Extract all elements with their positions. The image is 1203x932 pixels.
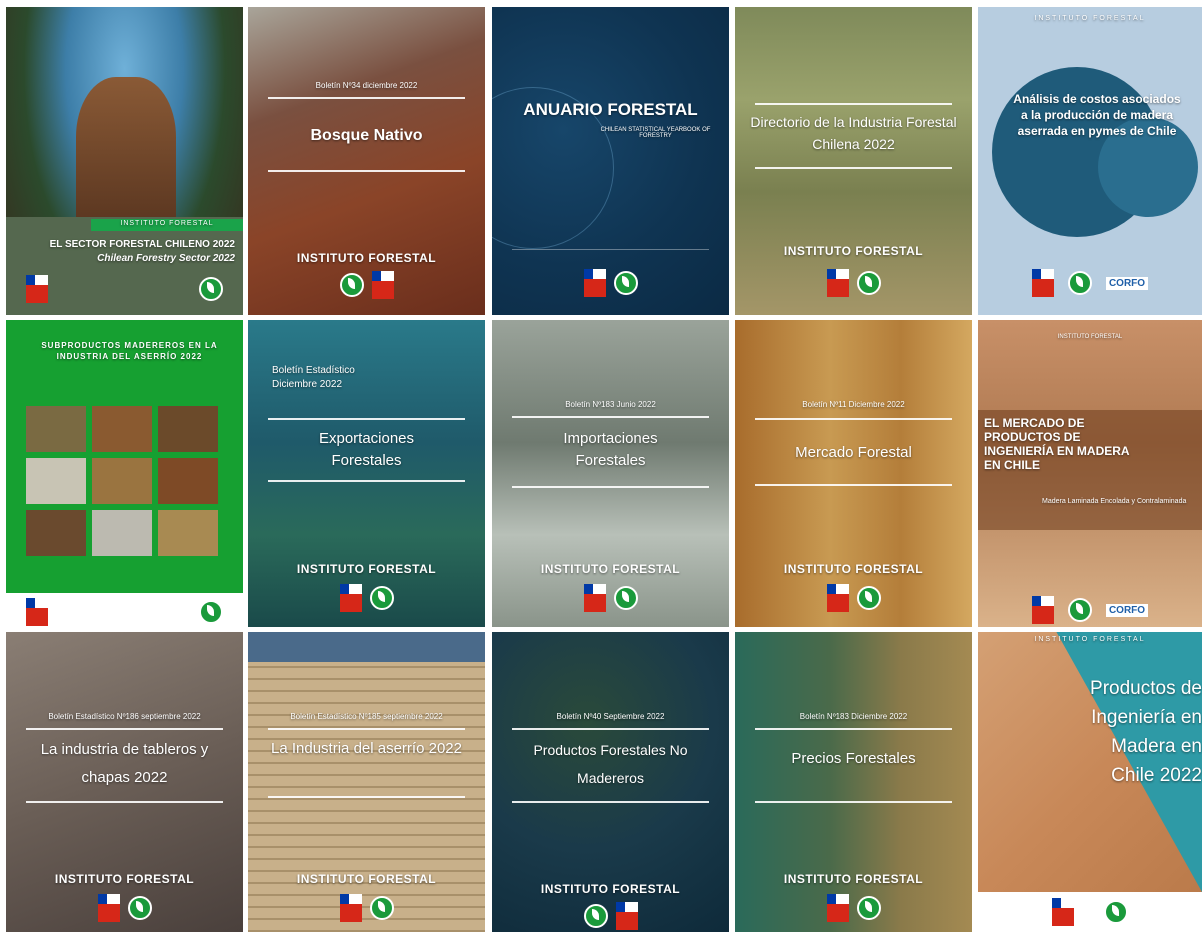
- institute-label: INSTITUTO FORESTAL: [296, 251, 437, 265]
- cover-title: EL MERCADO DE PRODUCTOS DE INGENIERÍA EN…: [984, 416, 1130, 472]
- infor-logo-icon: [339, 273, 364, 297]
- chile-flag-icon: [583, 584, 606, 612]
- cover-subtitle: Chilean Forestry Sector 2022: [97, 253, 235, 264]
- cover-title: Bosque Nativo: [310, 127, 423, 144]
- cover-title: La Industria del aserrío 2022: [271, 740, 462, 757]
- issue-label: Boletín Estadístico Nº186 septiembre 202…: [48, 712, 201, 721]
- chile-flag-icon: [339, 894, 362, 922]
- chile-flag-icon: [371, 271, 394, 299]
- infor-logo-icon: [369, 586, 394, 610]
- chile-flag-icon: [1052, 898, 1074, 926]
- issue-label: Boletín Nº183 Junio 2022: [565, 400, 656, 409]
- cover-subtitle: CHILEAN STATISTICAL YEARBOOK OF FORESTRY: [600, 127, 711, 139]
- institute-label: INSTITUTO FORESTAL: [296, 562, 437, 576]
- cover-title: Directorio de la Industria Forestal Chil…: [750, 114, 957, 152]
- cover-productos-ingenieria[interactable]: INSTITUTO FORESTAL Productos de Ingenier…: [978, 632, 1202, 932]
- band-label: INSTITUTO FORESTAL: [1034, 15, 1146, 22]
- corfo-logo: CORFO: [1105, 276, 1149, 290]
- cover-tableros[interactable]: Boletín Estadístico Nº186 septiembre 202…: [6, 632, 243, 932]
- cover-title: ANUARIO FORESTAL: [523, 100, 698, 119]
- cover-mercado-ingenieria[interactable]: INSTITUTO FORESTAL EL MERCADO DE PRODUCT…: [978, 320, 1202, 627]
- cover-title: La industria de tableros y chapas 2022: [40, 741, 209, 786]
- chile-flag-icon: [1031, 269, 1054, 297]
- cover-subproductos[interactable]: SUBPRODUCTOS MADEREROS EN LA INDUSTRIA D…: [6, 320, 243, 627]
- infor-logo-icon: [613, 586, 638, 610]
- institute-label: INSTITUTO FORESTAL: [783, 244, 924, 258]
- cover-title: Importaciones Forestales: [563, 430, 658, 469]
- cover-mercado-forestal[interactable]: Boletín Nº11 Diciembre 2022 Mercado Fore…: [735, 320, 972, 627]
- chile-flag-icon: [826, 894, 849, 922]
- issue-label: Boletín Estadístico Nº185 septiembre 202…: [290, 712, 443, 721]
- cover-bosque-nativo[interactable]: Boletín Nº34 diciembre 2022 Bosque Nativ…: [248, 7, 485, 315]
- infor-logo-icon: [199, 600, 223, 624]
- band-label: INSTITUTO FORESTAL: [1057, 334, 1123, 340]
- band-label: INSTITUTO FORESTAL: [120, 220, 214, 227]
- infor-logo-icon: [856, 586, 881, 610]
- cover-exportaciones[interactable]: Boletín Estadístico Diciembre 2022 Expor…: [248, 320, 485, 627]
- institute-label: INSTITUTO FORESTAL: [783, 562, 924, 576]
- infor-logo-icon: [856, 896, 881, 920]
- institute-label: INSTITUTO FORESTAL: [540, 562, 681, 576]
- cover-no-madereros[interactable]: Boletín Nº40 Septiembre 2022 Productos F…: [492, 632, 729, 932]
- cover-title: Productos Forestales No Madereros: [533, 742, 688, 786]
- institute-label: INSTITUTO FORESTAL: [783, 872, 924, 886]
- chile-flag-icon: [826, 269, 849, 297]
- infor-logo-icon: [613, 271, 638, 295]
- chile-flag-icon: [583, 269, 606, 297]
- chile-flag-icon: [339, 584, 362, 612]
- cover-title: Exportaciones Forestales: [318, 430, 415, 469]
- cover-analisis-costos[interactable]: INSTITUTO FORESTAL Análisis de costos as…: [978, 7, 1202, 315]
- cover-title: Productos de Ingeniería en Madera en Chi…: [1090, 678, 1202, 786]
- infor-logo-icon: [856, 271, 881, 295]
- infor-logo-icon: [127, 896, 152, 920]
- cover-precios-forestales[interactable]: Boletín Nº183 Diciembre 2022 Precios For…: [735, 632, 972, 932]
- band-label: INSTITUTO FORESTAL: [1034, 636, 1146, 643]
- institute-label: INSTITUTO FORESTAL: [540, 882, 681, 896]
- cover-title: Mercado Forestal: [795, 444, 912, 461]
- cover-sector-forestal[interactable]: INSTITUTO FORESTAL EL SECTOR FORESTAL CH…: [6, 7, 243, 315]
- issue-label: Boletín Nº11 Diciembre 2022: [802, 400, 905, 409]
- cover-directorio[interactable]: Directorio de la Industria Forestal Chil…: [735, 7, 972, 315]
- chile-flag-icon: [26, 598, 48, 626]
- issue-label: Boletín Nº34 diciembre 2022: [315, 81, 418, 90]
- infor-logo-icon: [583, 904, 608, 928]
- chile-flag-icon: [615, 902, 638, 930]
- issue-label: Boletín Estadístico Diciembre 2022: [272, 365, 355, 390]
- issue-label: Boletín Nº183 Diciembre 2022: [799, 712, 908, 721]
- institute-label: INSTITUTO FORESTAL: [54, 872, 195, 886]
- chile-flag-icon: [26, 275, 48, 303]
- cover-title: SUBPRODUCTOS MADEREROS EN LA INDUSTRIA D…: [41, 341, 218, 361]
- issue-label: Boletín Nº40 Septiembre 2022: [556, 712, 665, 721]
- chile-flag-icon: [1031, 596, 1054, 624]
- infor-logo-icon: [1067, 598, 1092, 622]
- infor-logo-icon: [1104, 900, 1128, 924]
- cover-aserrio[interactable]: Boletín Estadístico Nº185 septiembre 202…: [248, 632, 485, 932]
- cover-importaciones[interactable]: Boletín Nº183 Junio 2022 Importaciones F…: [492, 320, 729, 627]
- cover-grid: INSTITUTO FORESTAL EL SECTOR FORESTAL CH…: [6, 7, 1202, 932]
- cover-anuario-forestal[interactable]: ANUARIO FORESTAL CHILEAN STATISTICAL YEA…: [492, 7, 729, 315]
- cover-title: EL SECTOR FORESTAL CHILENO 2022: [49, 239, 235, 250]
- cover-title: Análisis de costos asociados a la produc…: [1013, 92, 1181, 138]
- corfo-logo: CORFO: [1105, 603, 1149, 617]
- institute-label: INSTITUTO FORESTAL: [296, 872, 437, 886]
- infor-logo-icon: [199, 277, 223, 301]
- cover-subtitle: Madera Laminada Encolada y Contralaminad…: [1042, 498, 1187, 505]
- chile-flag-icon: [826, 584, 849, 612]
- chile-flag-icon: [97, 894, 120, 922]
- infor-logo-icon: [369, 896, 394, 920]
- infor-logo-icon: [1067, 271, 1092, 295]
- cover-title: Precios Forestales: [791, 750, 916, 767]
